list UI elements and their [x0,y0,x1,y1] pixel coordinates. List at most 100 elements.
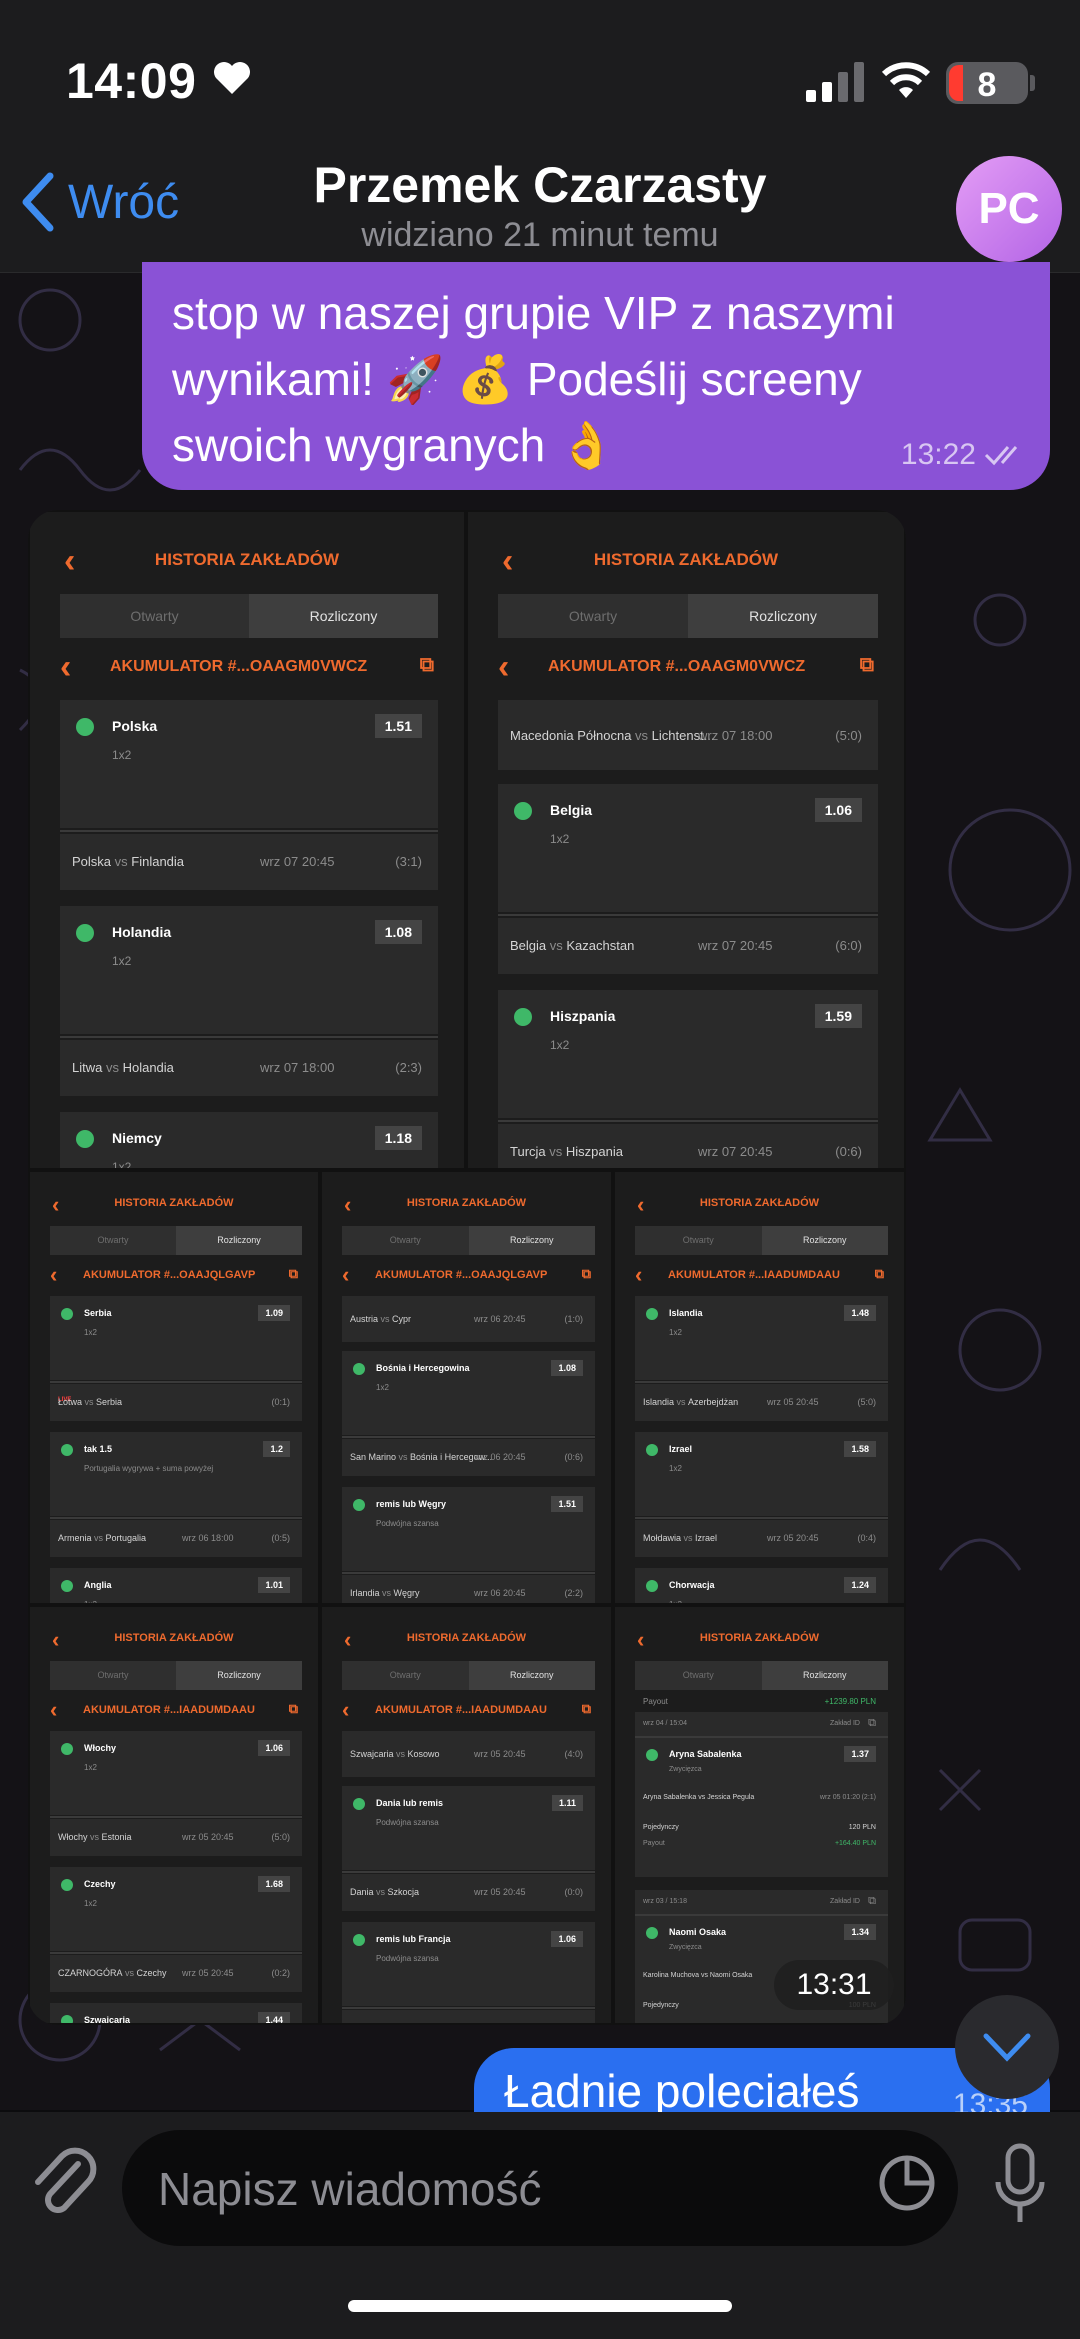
match-score: (2:1) [861,1794,876,1801]
double-check-icon [984,446,1018,466]
bet-type: Pojedynczy [643,1824,679,1831]
match-teams: Armenia vs Portugalia [58,1533,146,1543]
photo-album[interactable]: ‹ HISTORIA ZAKŁADÓW Otwarty Rozliczony ‹ AKUM… [28,510,906,2025]
market-name: 1x2 [84,1328,97,1337]
check-icon [646,1308,658,1320]
tab-open: Otwarty [97,1670,129,1680]
match-teams: Irlandia vs Węgry [350,1588,420,1598]
home-team: Armenia [58,1533,92,1543]
match-score: (2:3) [395,1060,422,1075]
away-team: Finlandia [131,854,185,869]
bet-history-screenshot[interactable]: ‹ HISTORIA ZAKŁADÓW Otwarty Rozliczony ‹ AKUM… [28,510,466,1170]
status-tabs: Otwarty Rozliczony [50,1226,302,1255]
match-teams: Ukraina vs Francja [350,2023,425,2025]
microphone-icon[interactable] [990,2142,1050,2232]
selection-name: tak 1.5 [84,1444,113,1454]
home-team: Mołdawia [643,1533,682,1543]
bet-id-label: Zakład ID [830,1720,860,1727]
incoming-message-bubble[interactable]: stop w naszej grupie VIP z naszymi wynik… [142,262,1050,490]
avatar[interactable]: PC [956,156,1062,262]
vs-label: vs [381,2023,395,2025]
card-divider [50,1381,302,1383]
paperclip-icon[interactable] [28,2144,98,2224]
sticker-icon[interactable] [878,2154,936,2212]
odd-badge: 1.51 [374,714,422,738]
check-icon [61,1879,73,1891]
odd-badge: 1.48 [844,1305,876,1321]
match-date: wrz 05 20:45 [767,1397,819,1407]
bet-history-screenshot[interactable]: ‹ HISTORIA ZAKŁADÓW Otwarty Rozliczony ‹ AKUM… [320,1170,613,1605]
match-teams: San Marino vs Bośnia i Hercegow... [350,1452,492,1462]
message-input[interactable]: Napisz wiadomość [122,2130,958,2246]
bet-history-screenshot[interactable]: ‹ HISTORIA ZAKŁADÓW Otwarty Rozliczony ‹ AKUM… [28,1170,320,1605]
check-icon [61,1743,73,1755]
match-teams: CZARNOGÓRA vs Czechy [58,1968,167,1978]
wifi-icon [881,62,931,98]
away-team: Szkocja [387,1887,420,1897]
check-icon [61,2015,73,2023]
bet-history-title: HISTORIA ZAKŁADÓW [699,1632,820,1644]
match-teams: Łotwa vs Serbia [58,1397,122,1407]
tab-settled: Rozliczony [688,594,878,638]
vs-label: vs [87,1832,102,1842]
selection-name: Hiszpania [550,1008,616,1024]
card-divider [498,1120,878,1122]
market-name: 1x2 [112,954,132,968]
vs-label: vs [545,1144,566,1159]
home-team: Litwa [72,1060,103,1075]
selection-name: Szwajcaria [84,2015,131,2025]
vs-label: vs [122,1968,137,1978]
bet-history-title: HISTORIA ZAKŁADÓW [593,550,779,569]
check-icon [76,1130,94,1148]
bet-history-title: HISTORIA ZAKŁADÓW [114,1632,234,1644]
match-score: (5:0) [857,1397,876,1407]
home-team: Macedonia Północna [510,728,632,743]
contact-name[interactable]: Przemek Czarzasty [0,156,1080,214]
bet-history-screenshot[interactable]: ‹ HISTORIA ZAKŁADÓW Otwarty Rozliczony ‹ AKUM… [466,510,906,1170]
bet-history-screenshot[interactable]: ‹ HISTORIA ZAKŁADÓW Otwarty Rozliczony ‹ AKUM… [28,1605,320,2025]
selection-name: Włochy [84,1743,117,1753]
battery-indicator: 8 [946,62,1028,104]
market-name: 1x2 [376,1383,389,1392]
away-team: Czechy [136,1968,167,1978]
odd-badge: 1.06 [258,1740,290,1756]
odd-badge: 1.37 [844,1746,876,1762]
tab-open: Otwarty [130,608,179,624]
scroll-down-button[interactable] [955,1995,1059,2099]
vs-label: vs [102,1060,123,1075]
match-date: wrz 06 20:45 [474,1452,526,1462]
market-name: 1x2 [84,1899,97,1908]
match-teams: Dania vs Szkocja [350,1887,419,1897]
accumulator-id: AKUMULATOR #...IAADUMDAAU [83,1704,255,1716]
vs-label: vs [396,1452,411,1462]
away-team: Kosowo [407,1749,440,1759]
vs-label: vs [674,1397,689,1407]
away-team: Węgry [393,1588,420,1598]
bet-history-screenshot[interactable]: ‹ HISTORIA ZAKŁADÓW Otwarty Rozliczony ‹ AKUM… [320,1605,613,2025]
vs-label: vs [378,1314,393,1324]
vs-label: vs [631,728,652,743]
home-team: Włochy [58,1832,88,1842]
tab-settled: Rozliczony [468,1661,595,1690]
tab-open: Otwarty [682,1235,714,1245]
tab-open: Otwarty [568,608,618,624]
odd-badge: 1.34 [844,1924,876,1940]
market-name: Podwójna szansa [376,1954,439,1963]
bet-timestamp: wrz 03 / 15:18 [643,1898,687,1905]
market-name: 1x2 [112,1160,132,1170]
back-chevron: ‹ [50,1262,58,1287]
heart-icon [214,62,250,94]
tab-settled: Rozliczony [761,1661,888,1690]
match-score: (0:2) [271,1968,290,1978]
away-team: Serbia [96,1397,123,1407]
status-tabs: Otwarty Rozliczony [50,1661,302,1690]
message-text: Ładnie poleciałeś [504,2065,860,2117]
tab-settled: Rozliczony [761,1226,888,1255]
match-score: (0:1) [271,1397,290,1407]
bet-history-screenshot[interactable]: ‹ HISTORIA ZAKŁADÓW Otwarty Rozliczony ‹ AKUM… [613,1170,906,1605]
copy-icon: ⧉ [859,654,874,676]
copy-icon: ⧉ [868,1895,876,1907]
selection-name: remis lub Francja [376,1934,451,1944]
home-team: Belgia [510,938,547,953]
back-chevron: ‹ [498,648,510,686]
